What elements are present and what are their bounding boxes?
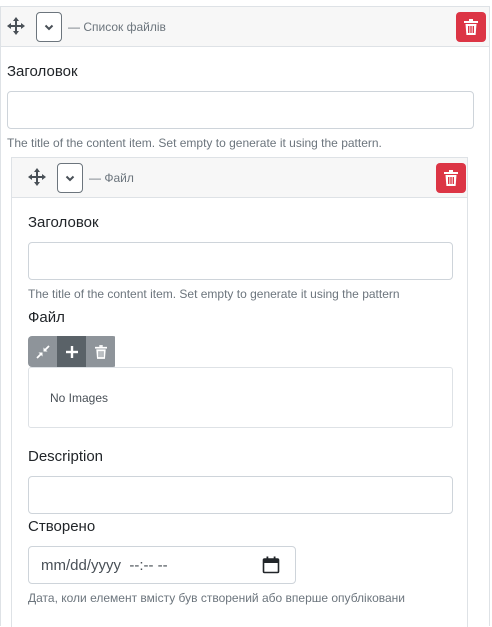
created-label: Створено xyxy=(28,518,96,535)
collapse-button[interactable] xyxy=(36,12,62,42)
compress-button[interactable] xyxy=(28,336,57,367)
part-title: — Файл xyxy=(89,171,134,185)
title-input[interactable] xyxy=(7,91,474,129)
created-date-value: mm/dd/yyyy --:-- -- xyxy=(41,557,168,574)
calendar-icon[interactable] xyxy=(262,556,280,574)
trash-icon xyxy=(464,19,478,35)
trash-icon xyxy=(94,344,107,359)
chevron-down-icon xyxy=(44,24,54,31)
collapse-button[interactable] xyxy=(57,163,83,193)
file-title-input[interactable] xyxy=(28,242,453,280)
file-label: Файл xyxy=(28,309,65,326)
file-title-label: Заголовок xyxy=(28,214,99,231)
remove-media-button[interactable] xyxy=(86,336,115,367)
move-icon[interactable] xyxy=(28,168,46,186)
part-title: — Список файлів xyxy=(68,20,166,34)
delete-button[interactable] xyxy=(456,12,486,42)
file-header: — Файл xyxy=(12,158,467,198)
title-hint: The title of the content item. Set empty… xyxy=(7,136,382,150)
move-icon[interactable] xyxy=(7,17,25,35)
created-date-input[interactable]: mm/dd/yyyy --:-- -- xyxy=(28,546,296,584)
media-toolbar xyxy=(28,336,117,367)
compress-icon xyxy=(35,344,50,359)
created-hint: Дата, коли елемент вмісту був створений … xyxy=(28,591,405,605)
add-media-button[interactable] xyxy=(57,336,86,367)
media-empty-text: No Images xyxy=(50,391,109,405)
plus-icon xyxy=(65,345,78,358)
description-input[interactable] xyxy=(28,476,453,514)
list-of-files-header: — Список файлів xyxy=(1,7,489,47)
chevron-down-icon xyxy=(65,175,75,182)
media-field[interactable]: No Images xyxy=(28,367,453,428)
trash-icon xyxy=(444,170,458,186)
description-label: Description xyxy=(28,448,104,465)
file-title-hint: The title of the content item. Set empty… xyxy=(28,287,400,301)
title-label: Заголовок xyxy=(7,63,78,80)
delete-button[interactable] xyxy=(436,163,466,193)
